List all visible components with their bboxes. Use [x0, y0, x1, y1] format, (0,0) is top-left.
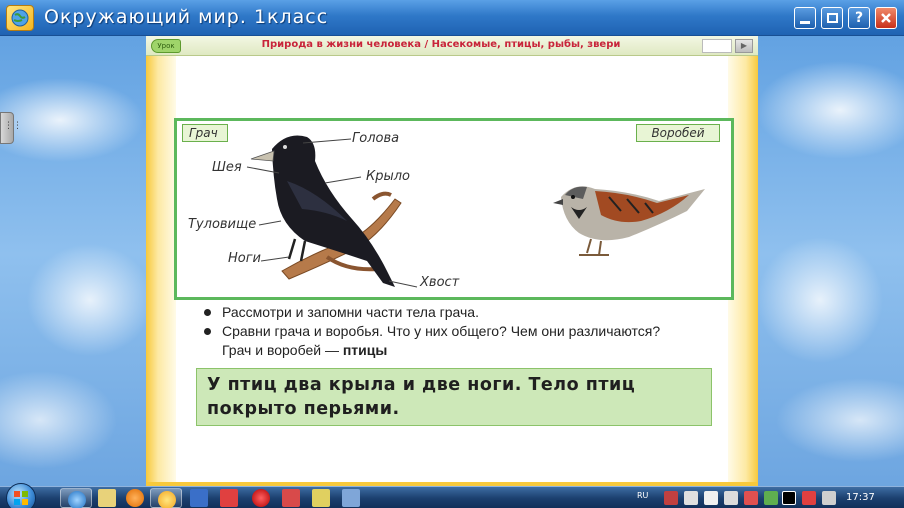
list-item: Сравни грача и воробья. Что у них общего… [202, 322, 742, 341]
tray-update-icon[interactable] [744, 491, 758, 505]
taskbar-item-ie[interactable] [60, 488, 92, 508]
close-button[interactable] [875, 7, 897, 29]
windows-logo-icon [14, 491, 28, 505]
rook-tag: Грач [182, 124, 228, 142]
window-title: Окружающий мир. 1класс [44, 6, 329, 28]
sparrow-tag: Воробей [636, 124, 720, 142]
label-body: Туловище [188, 217, 257, 232]
pdf-icon[interactable] [282, 489, 300, 507]
tray-volume-icon[interactable] [724, 491, 738, 505]
tray-cursor-icon[interactable] [764, 491, 778, 505]
tray-antivirus-icon[interactable] [664, 491, 678, 505]
answer-prefix: Грач и воробей — [222, 342, 339, 358]
help-button[interactable]: ? [848, 7, 870, 29]
app-globe-icon [6, 5, 34, 31]
label-head: Голова [352, 131, 400, 146]
tray-monitor-icon[interactable] [782, 491, 796, 505]
start-button[interactable] [6, 483, 36, 508]
page-number-input[interactable] [702, 39, 732, 53]
taskbar-item-app[interactable] [150, 488, 182, 508]
sparrow-illustration [553, 186, 705, 256]
minimize-icon [800, 20, 810, 24]
opera-icon[interactable] [252, 489, 270, 507]
lesson-title: Природа в жизни человека / Насекомые, пт… [261, 39, 621, 50]
rule-box: У птиц два крыла и две ноги. Тело птиц п… [196, 368, 712, 426]
language-indicator[interactable]: RU [637, 491, 648, 500]
window-titlebar[interactable]: Окружающий мир. 1класс ? [0, 0, 904, 36]
list-item: Рассмотри и запомни части тела грача. [202, 303, 742, 322]
tray-network-icon[interactable] [684, 491, 698, 505]
image-viewer-icon[interactable] [342, 489, 360, 507]
tray-flag-icon[interactable] [704, 491, 718, 505]
restore-icon [826, 13, 838, 23]
play-arrow-icon: ▶ [740, 41, 748, 50]
folder-icon[interactable] [98, 489, 116, 507]
label-legs: Ноги [228, 251, 262, 266]
label-neck: Шея [212, 160, 242, 175]
app-globe-icon [158, 491, 176, 508]
restore-button[interactable] [821, 7, 843, 29]
minimize-button[interactable] [794, 7, 816, 29]
task-list: Рассмотри и запомни части тела грача. Ср… [202, 303, 742, 360]
label-tail: Хвост [420, 275, 460, 290]
go-button[interactable]: ▶ [735, 39, 753, 53]
tray-signal-icon[interactable] [822, 491, 836, 505]
archive-icon[interactable] [312, 489, 330, 507]
label-wing: Крыло [366, 169, 411, 184]
lesson-back-tab[interactable]: Урок [151, 39, 181, 53]
answer-line: Грач и воробей — птицы [202, 341, 742, 360]
help-label: ? [854, 10, 864, 26]
grip-icon: ⋮⋮ [4, 121, 22, 131]
page-header: Урок Природа в жизни человека / Насекомы… [146, 36, 758, 56]
side-panel-handle[interactable]: ⋮⋮ [0, 112, 22, 144]
document-icon[interactable] [220, 489, 238, 507]
illustration-frame [174, 118, 734, 300]
word-icon[interactable] [190, 489, 208, 507]
taskbar: RU 17:37 [0, 483, 904, 508]
clock[interactable]: 17:37 [846, 492, 875, 503]
tray-pdf-icon[interactable] [802, 491, 816, 505]
media-player-icon[interactable] [126, 489, 144, 507]
close-icon [881, 13, 891, 23]
internet-explorer-icon [68, 491, 86, 508]
answer-bold: птицы [342, 342, 388, 358]
